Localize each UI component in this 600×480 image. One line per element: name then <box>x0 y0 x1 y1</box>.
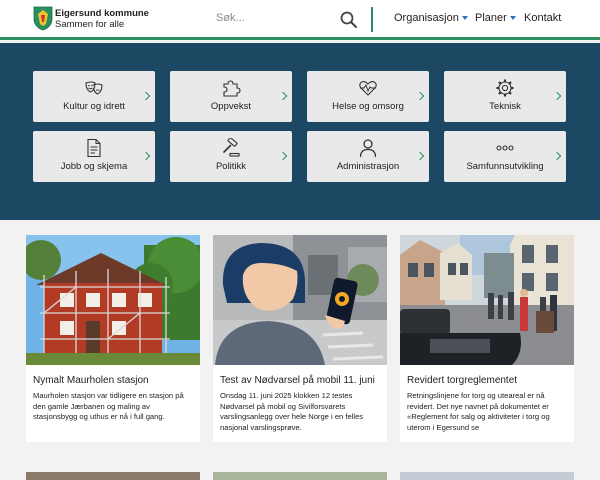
chevron-right-icon <box>141 91 151 101</box>
news-excerpt: Onsdag 11. juni 2025 klokken 12 testes N… <box>220 391 364 432</box>
news-excerpt: Retningslinjene for torg og uteareal er … <box>407 391 550 432</box>
tile-label: Helse og omsorg <box>332 101 404 112</box>
nav-organisasjon[interactable]: Organisasjon <box>394 12 468 24</box>
chevron-right-icon <box>278 151 288 161</box>
chevron-down-icon <box>509 16 516 21</box>
next-news-card-preview[interactable] <box>400 472 574 480</box>
tile-label: Oppvekst <box>210 101 252 112</box>
nav-kontakt-label: Kontakt <box>524 12 562 24</box>
news-image-station <box>26 235 200 365</box>
gavel-icon <box>223 138 240 157</box>
tile-label: Samfunnsutvikling <box>466 161 544 172</box>
nav-kontakt[interactable]: Kontakt <box>524 12 561 24</box>
quick-link-samfunnsutvikling[interactable]: Samfunnsutvikling <box>444 131 566 182</box>
chevron-right-icon <box>415 151 425 161</box>
quick-links-band: Kultur og idrett Oppvekst Helse og omsor… <box>0 43 600 220</box>
person-icon <box>359 139 377 158</box>
quick-link-kultur-og-idrett[interactable]: Kultur og idrett <box>33 71 155 122</box>
news-image-phone-alert <box>213 235 387 365</box>
quick-link-oppvekst[interactable]: Oppvekst <box>170 71 292 122</box>
news-card-nodvarsel[interactable]: Test av Nødvarsel på mobil 11. juni Onsd… <box>213 235 387 442</box>
chevron-right-icon <box>278 91 288 101</box>
puzzle-piece-icon <box>223 80 241 97</box>
chevron-right-icon <box>552 151 562 161</box>
quick-link-administrasjon[interactable]: Administrasjon <box>307 131 429 182</box>
nav-planer-label: Planer <box>475 12 507 24</box>
next-news-card-preview[interactable] <box>213 472 387 480</box>
site-header: Eigersund kommune Sammen for alle Organi… <box>0 0 600 40</box>
tile-label: Administrasjon <box>336 161 400 172</box>
heart-pulse-icon <box>359 80 377 96</box>
news-title[interactable]: Revidert torgreglementet <box>407 375 517 386</box>
nav-organisasjon-label: Organisasjon <box>394 12 459 24</box>
brand-name[interactable]: Eigersund kommune <box>55 8 149 19</box>
gear-icon <box>496 79 514 97</box>
tile-label: Kultur og idrett <box>63 101 125 112</box>
chevron-right-icon <box>415 91 425 101</box>
nav-planer[interactable]: Planer <box>475 12 516 24</box>
tile-label: Politikk <box>215 161 247 172</box>
chevron-right-icon <box>141 151 151 161</box>
quick-link-politikk[interactable]: Politikk <box>170 131 292 182</box>
quick-link-jobb-og-skjema[interactable]: Jobb og skjema <box>33 131 155 182</box>
tile-label: Jobb og skjema <box>60 161 128 172</box>
search-icon[interactable] <box>338 9 360 31</box>
news-title[interactable]: Nymalt Maurholen stasjon <box>33 375 149 386</box>
news-card-maurholen[interactable]: Nymalt Maurholen stasjon Maurholen stasj… <box>26 235 200 442</box>
search-divider <box>371 7 373 32</box>
chevron-down-icon <box>461 16 468 21</box>
quick-link-helse-og-omsorg[interactable]: Helse og omsorg <box>307 71 429 122</box>
news-image-street <box>400 235 574 365</box>
dots-icon <box>496 145 514 151</box>
brand-tagline: Sammen for alle <box>55 19 125 30</box>
next-news-card-preview[interactable] <box>26 472 200 480</box>
quick-link-teknisk[interactable]: Teknisk <box>444 71 566 122</box>
news-title[interactable]: Test av Nødvarsel på mobil 11. juni <box>220 375 375 386</box>
municipality-logo[interactable] <box>33 6 53 31</box>
chevron-right-icon <box>552 91 562 101</box>
tile-label: Teknisk <box>489 101 521 112</box>
search-input[interactable] <box>216 8 336 28</box>
document-icon <box>87 138 101 158</box>
news-excerpt: Maurholen stasjon var tidligere en stasj… <box>33 391 184 422</box>
theater-masks-icon <box>85 81 103 95</box>
news-card-torgreglement[interactable]: Revidert torgreglementet Retningslinjene… <box>400 235 574 442</box>
